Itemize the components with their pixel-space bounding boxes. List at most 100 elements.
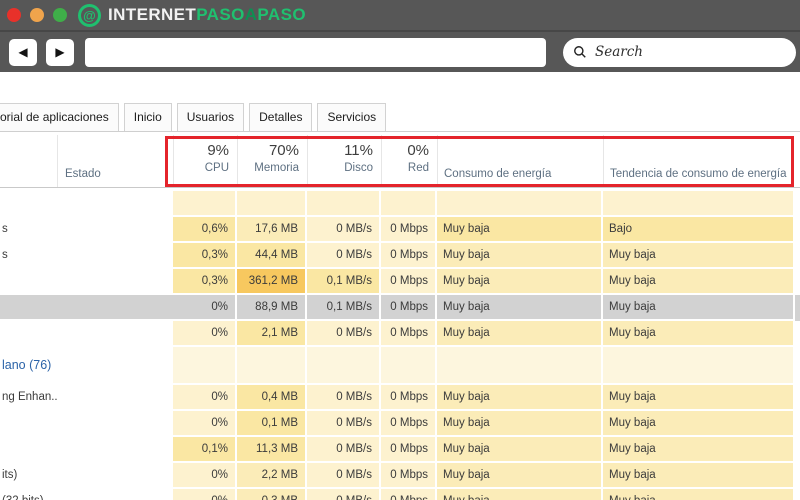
cpu-cell: 0% [173, 411, 237, 437]
network-cell: 0 Mbps [381, 437, 437, 463]
power-usage-cell [437, 191, 603, 217]
tab-servicios[interactable]: Servicios [317, 103, 387, 131]
table-row[interactable]: 0% 2,1 MB 0 MB/s 0 Mbps Muy baja Muy baja [0, 321, 800, 347]
power-trend-cell: Muy baja [603, 411, 795, 437]
estado-cell [57, 385, 173, 411]
disk-cell [307, 347, 381, 385]
estado-cell [57, 191, 173, 217]
network-cell: 0 Mbps [381, 411, 437, 437]
cpu-cell: 0% [173, 321, 237, 347]
disk-cell: 0 MB/s [307, 321, 381, 347]
power-usage-cell: Muy baja [437, 217, 603, 243]
tab-orial-de-aplicaciones[interactable]: orial de aplicaciones [0, 103, 119, 131]
process-name [0, 437, 57, 463]
process-name: ng Enhan... [0, 385, 57, 411]
memory-cell: 11,3 MB [237, 437, 307, 463]
disk-cell [307, 191, 381, 217]
power-trend-cell: Muy baja [603, 295, 795, 321]
power-trend-cell: Muy baja [603, 269, 795, 295]
power-usage-cell: Muy baja [437, 269, 603, 295]
power-usage-cell: Muy baja [437, 295, 603, 321]
search-box[interactable] [563, 37, 796, 67]
table-row[interactable]: 0,3% 361,2 MB 0,1 MB/s 0 Mbps Muy baja Muy ba… [0, 269, 800, 295]
tab-detalles[interactable]: Detalles [249, 103, 313, 131]
cpu-cell: 0% [173, 489, 237, 500]
table-row[interactable]: s 0,3% 44,4 MB 0 MB/s 0 Mbps Muy baja Muy baja [0, 243, 800, 269]
table-row[interactable]: ng Enhan... 0% 0,4 MB 0 MB/s 0 Mbps Muy baja M… [0, 385, 800, 411]
disk-cell: 0 MB/s [307, 243, 381, 269]
disk-cell: 0,1 MB/s [307, 269, 381, 295]
network-cell: 0 Mbps [381, 489, 437, 500]
memory-cell: 361,2 MB [237, 269, 307, 295]
network-cell: 0 Mbps [381, 269, 437, 295]
task-manager-tabbar: orial de aplicaciones Inicio Usuarios Detal… [0, 103, 800, 132]
table-row[interactable]: its) 0% 2,2 MB 0 MB/s 0 Mbps Muy baja Muy baja [0, 463, 800, 489]
network-cell: 0 Mbps [381, 243, 437, 269]
network-cell: 0 Mbps [381, 295, 437, 321]
table-row[interactable]: 0% 88,9 MB 0,1 MB/s 0 Mbps Muy baja Muy baja [0, 295, 800, 321]
estado-cell [57, 489, 173, 500]
brand-wordmark: INTERNETPASOAPASO [108, 5, 306, 25]
memory-cell: 0,1 MB [237, 411, 307, 437]
column-header-estado[interactable]: Estado [65, 168, 101, 180]
table-row[interactable]: (32 bits)0%0,3 MB0 MB/s0 MbpsMuy bajaMuy… [0, 489, 800, 500]
close-window-button[interactable] [7, 8, 21, 22]
tab-usuarios[interactable]: Usuarios [176, 103, 245, 131]
process-name [0, 269, 57, 295]
power-trend-cell [603, 347, 795, 385]
power-usage-cell: Muy baja [437, 243, 603, 269]
table-row[interactable] [0, 191, 800, 217]
process-name [0, 295, 57, 321]
process-name: its) [0, 463, 57, 489]
cpu-cell: 0% [173, 385, 237, 411]
power-trend-cell: Muy baja [603, 463, 795, 489]
cpu-cell [173, 191, 237, 217]
process-name [0, 411, 57, 437]
process-group-name: lano (76) [0, 347, 173, 385]
process-name [0, 321, 57, 347]
estado-cell [57, 243, 173, 269]
power-trend-cell: Muy baja [603, 243, 795, 269]
back-button[interactable]: ◀ [9, 38, 37, 66]
search-icon [574, 46, 586, 58]
power-usage-cell [437, 347, 603, 385]
power-trend-cell: Muy baja [603, 437, 795, 463]
brand-word-paso2: PASO [257, 5, 306, 24]
process-name [0, 191, 57, 217]
disk-cell: 0 MB/s [307, 385, 381, 411]
power-usage-cell: Muy baja [437, 489, 603, 500]
estado-cell [57, 321, 173, 347]
cpu-cell [173, 347, 237, 385]
cpu-cell: 0,3% [173, 269, 237, 295]
power-usage-cell: Muy baja [437, 437, 603, 463]
browser-navbar: ◀ ▶ [0, 30, 800, 72]
task-manager-window: orial de aplicaciones Inicio Usuarios Detal… [0, 72, 800, 500]
column-divider [57, 135, 58, 187]
group-header-row[interactable]: lano (76) [0, 347, 800, 385]
disk-cell: 0 MB/s [307, 217, 381, 243]
maximize-window-button[interactable] [53, 8, 67, 22]
memory-cell: 88,9 MB [237, 295, 307, 321]
browser-titlebar: @ INTERNETPASOAPASO [0, 0, 800, 30]
tab-inicio[interactable]: Inicio [123, 103, 172, 131]
minimize-window-button[interactable] [30, 8, 44, 22]
table-row[interactable]: 0% 0,1 MB 0 MB/s 0 Mbps Muy baja Muy baja [0, 411, 800, 437]
estado-cell [57, 269, 173, 295]
address-bar[interactable] [85, 37, 546, 67]
disk-cell: 0 MB/s [307, 437, 381, 463]
cpu-cell: 0,3% [173, 243, 237, 269]
forward-arrow-icon: ▶ [55, 45, 65, 59]
disk-cell: 0 MB/s [307, 489, 381, 500]
table-row[interactable]: s 0,6% 17,6 MB 0 MB/s 0 Mbps Muy baja Bajo [0, 217, 800, 243]
power-trend-cell: Bajo [603, 217, 795, 243]
power-usage-cell: Muy baja [437, 321, 603, 347]
forward-button[interactable]: ▶ [46, 38, 74, 66]
search-input[interactable] [593, 43, 786, 61]
highlight-red-box [165, 136, 794, 187]
table-row[interactable]: 0,1% 11,3 MB 0 MB/s 0 Mbps Muy baja Muy baja [0, 437, 800, 463]
memory-cell: 2,2 MB [237, 463, 307, 489]
brand-word-a: A [244, 5, 258, 24]
cpu-cell: 0,1% [173, 437, 237, 463]
brand-logo-icon: @ [78, 3, 101, 27]
brand-word-internet: INTERNET [108, 5, 197, 24]
